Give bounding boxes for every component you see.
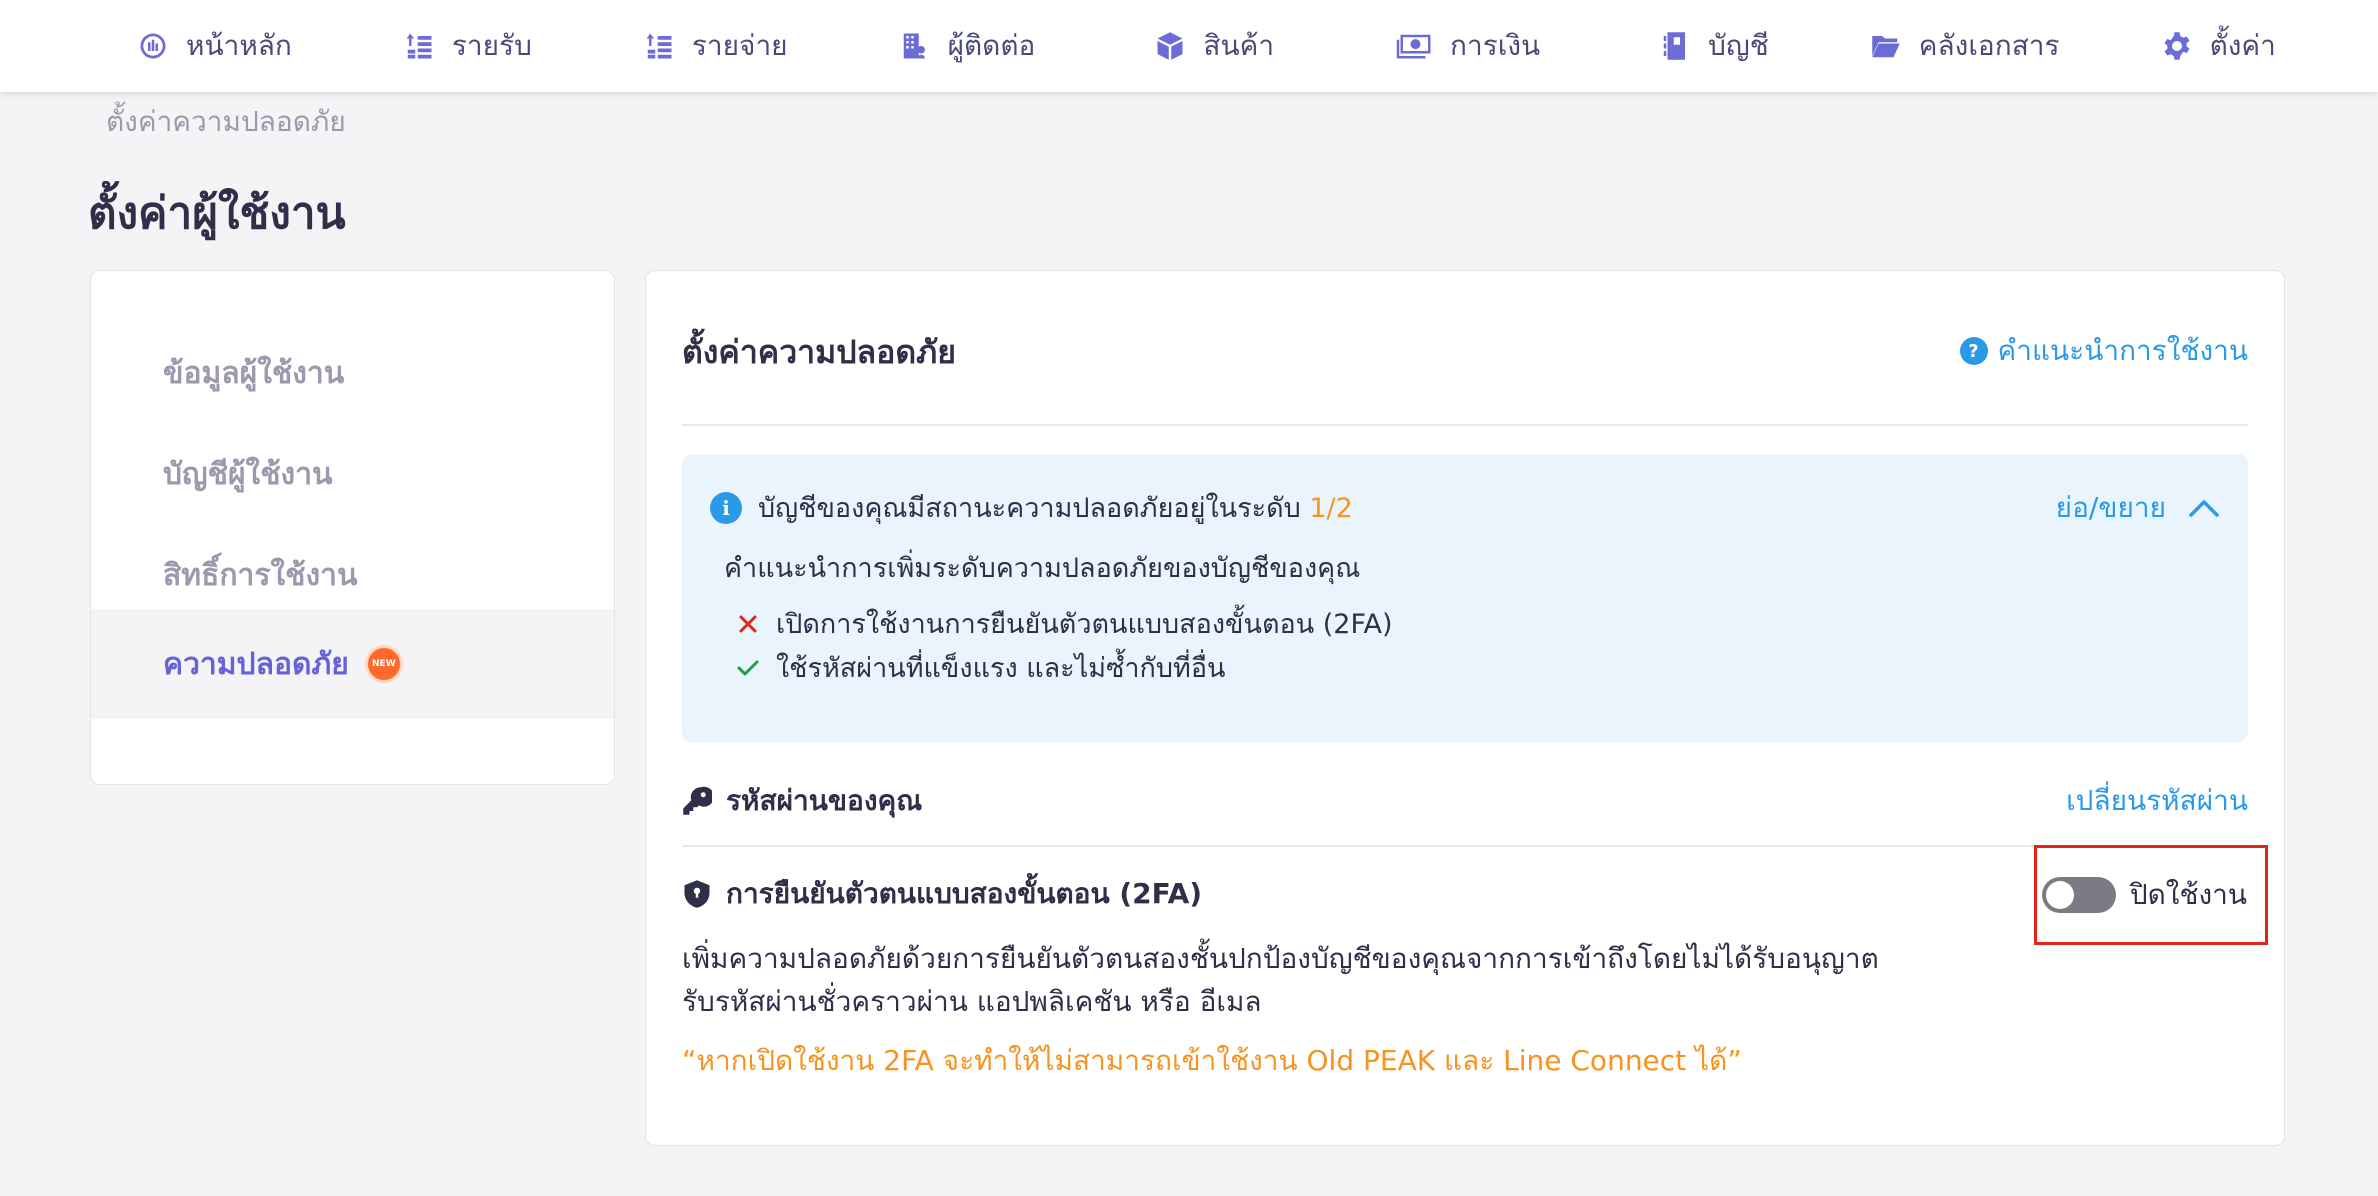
info-icon: i — [710, 491, 742, 524]
change-password-link[interactable]: เปลี่ยนรหัสผ่าน — [2066, 779, 2248, 823]
sidebar-item-user-accounts[interactable]: บัญชีผู้ใช้งาน — [91, 424, 614, 524]
switch-knob — [2045, 881, 2074, 909]
advice-title: คำแนะนำการเพิ่มระดับความปลอดภัยของบัญชีข… — [724, 553, 1361, 584]
nav-label: รายรับ — [451, 29, 532, 62]
money-icon — [1392, 29, 1434, 63]
two-factor-toggle-highlight: ปิดใช้งาน — [2034, 845, 2268, 945]
contacts-icon — [898, 29, 932, 63]
two-factor-status-label: ปิดใช้งาน — [2129, 878, 2247, 911]
divider — [682, 845, 2248, 847]
gear-icon — [2160, 29, 2194, 63]
new-badge: NEW — [364, 645, 403, 683]
cross-icon — [739, 615, 757, 632]
folder-icon — [1869, 29, 1903, 63]
password-row: รหัสผ่านของคุณ เปลี่ยนรหัสผ่าน — [682, 771, 2248, 831]
two-factor-description: เพิ่มความปลอดภัยด้วยการยืนยันตัวตนสองชั้… — [682, 937, 1879, 1023]
help-icon: ? — [1959, 337, 1988, 365]
nav-label: บัญชี — [1708, 29, 1769, 62]
key-icon — [683, 786, 712, 815]
shield-icon — [684, 880, 710, 908]
sidebar-item-label: ข้อมูลผู้ใช้งาน — [163, 355, 345, 391]
two-factor-switch[interactable] — [2041, 877, 2116, 913]
product-box-icon — [1153, 29, 1187, 63]
settings-sidebar: ข้อมูลผู้ใช้งาน บัญชีผู้ใช้งาน สิทธิ์การ… — [90, 270, 615, 785]
nav-item-income[interactable]: รายรับ — [402, 0, 532, 92]
status-text: บัญชีของคุณมีสถานะความปลอดภัยอยู่ในระดับ… — [758, 486, 1353, 529]
two-factor-warning: “หากเปิดใช้งาน 2FA จะทำให้ไม่สามารถเข้าใ… — [682, 1044, 1742, 1077]
password-label-group: รหัสผ่านของคุณ — [682, 779, 922, 823]
two-factor-label-group: การยืนยันตัวตนแบบสองขั้นตอน (2FA) — [682, 872, 1202, 916]
income-icon — [402, 29, 436, 63]
advice-item-strong-password: ใช้รหัสผ่านที่แข็งแรง และไม่ซ้ำกับที่อื่… — [736, 646, 1226, 689]
two-factor-row: การยืนยันตัวตนแบบสองขั้นตอน (2FA) — [682, 869, 1202, 919]
security-level: 1/2 — [1309, 493, 1353, 524]
page-title: ตั้งค่าผู้ใช้งาน — [88, 188, 346, 239]
security-status-panel: i บัญชีของคุณมีสถานะความปลอดภัยอยู่ในระด… — [682, 454, 2248, 742]
nav-label: หน้าหลัก — [186, 29, 292, 62]
ledger-icon — [1658, 29, 1692, 63]
advice-text: เปิดการใช้งานการยืนยันตัวตนแบบสองขั้นตอน… — [776, 609, 1393, 640]
sidebar-item-label: ความปลอดภัย — [163, 646, 349, 682]
dashboard-icon — [136, 29, 170, 63]
security-settings-card: ตั้งค่าความปลอดภัย ? คำแนะนำการใช้งาน i … — [645, 270, 2285, 1146]
nav-label: ผู้ติดต่อ — [947, 29, 1036, 62]
nav-label: สินค้า — [1203, 29, 1275, 62]
collapse-toggle[interactable]: ย่อ/ขยาย — [2056, 486, 2220, 530]
sidebar-item-security[interactable]: ความปลอดภัย NEW — [91, 609, 614, 719]
chevron-up-icon — [2189, 500, 2219, 517]
nav-item-finance[interactable]: การเงิน — [1392, 0, 1540, 92]
usage-guide-label: คำแนะนำการใช้งาน — [1997, 334, 2248, 367]
card-title: ตั้งค่าความปลอดภัย — [682, 333, 956, 371]
security-status-line: i บัญชีของคุณมีสถานะความปลอดภัยอยู่ในระด… — [710, 486, 1353, 529]
description-line: รับรหัสผ่านชั่วคราวผ่าน แอปพลิเคชัน หรือ… — [682, 985, 1262, 1018]
nav-label: ตั้งค่า — [2209, 29, 2276, 62]
nav-label: การเงิน — [1450, 29, 1541, 62]
divider — [682, 424, 2248, 426]
nav-item-settings[interactable]: ตั้งค่า — [2160, 0, 2276, 92]
sidebar-item-user-info[interactable]: ข้อมูลผู้ใช้งาน — [91, 323, 614, 423]
nav-item-products[interactable]: สินค้า — [1153, 0, 1274, 92]
nav-item-documents[interactable]: คลังเอกสาร — [1869, 0, 2060, 92]
nav-item-accounting[interactable]: บัญชี — [1658, 0, 1769, 92]
password-label: รหัสผ่านของคุณ — [726, 784, 923, 817]
nav-label: รายจ่าย — [691, 29, 788, 62]
nav-label: คลังเอกสาร — [1918, 29, 2060, 62]
status-prefix: บัญชีของคุณมีสถานะความปลอดภัยอยู่ในระดับ — [758, 493, 1301, 524]
sidebar-item-label: สิทธิ์การใช้งาน — [163, 557, 358, 593]
usage-guide-link[interactable]: ? คำแนะนำการใช้งาน — [1959, 329, 2248, 373]
description-line: เพิ่มความปลอดภัยด้วยการยืนยันตัวตนสองชั้… — [682, 942, 1879, 975]
advice-text: ใช้รหัสผ่านที่แข็งแรง และไม่ซ้ำกับที่อื่… — [776, 653, 1226, 684]
sidebar-item-label: บัญชีผู้ใช้งาน — [163, 456, 333, 492]
two-factor-label: การยืนยันตัวตนแบบสองขั้นตอน (2FA) — [726, 877, 1203, 910]
nav-item-expense[interactable]: รายจ่าย — [642, 0, 788, 92]
check-icon — [737, 660, 759, 675]
collapse-label: ย่อ/ขยาย — [2055, 491, 2166, 524]
advice-item-2fa: เปิดการใช้งานการยืนยันตัวตนแบบสองขั้นตอน… — [736, 602, 1393, 645]
breadcrumb[interactable]: ตั้งค่าความปลอดภัย — [106, 100, 346, 144]
nav-item-home[interactable]: หน้าหลัก — [136, 0, 292, 92]
expense-icon — [642, 29, 676, 63]
nav-item-contacts[interactable]: ผู้ติดต่อ — [898, 0, 1036, 92]
top-navigation: หน้าหลัก รายรับ รายจ่าย ผู้ติดต่อ สินค้า… — [0, 0, 2378, 92]
